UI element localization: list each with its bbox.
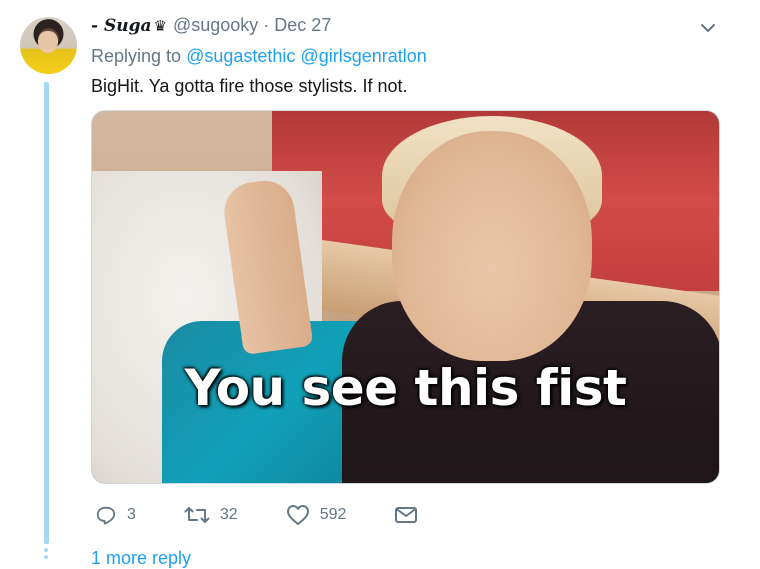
tweet-date[interactable]: Dec 27	[274, 15, 331, 36]
tweet-actions: 3 32 592	[95, 500, 476, 530]
thread-line	[44, 82, 49, 544]
retweet-count: 32	[219, 506, 238, 523]
heart-icon	[286, 505, 309, 525]
more-replies-link[interactable]: 1 more reply	[91, 548, 191, 569]
retweet-button[interactable]: 32	[184, 504, 238, 526]
separator: ·	[263, 15, 270, 35]
thread-dots	[44, 548, 49, 562]
envelope-icon	[395, 507, 418, 523]
reply-icon	[96, 506, 116, 525]
display-name[interactable]: - Suga	[91, 16, 152, 36]
tweet-media-image[interactable]: You see this fist	[91, 110, 720, 484]
mention-link-2[interactable]: @girlsgenratlon	[300, 46, 426, 66]
avatar-face	[38, 31, 58, 53]
like-button[interactable]: 592	[286, 504, 347, 526]
crown-icon: ♛	[153, 18, 167, 35]
tweet-text: BigHit. Ya gotta fire those stylists. If…	[91, 76, 408, 96]
mention-link-1[interactable]: @sugastethic	[186, 46, 295, 66]
reply-count: 3	[127, 506, 136, 523]
media-caption: You see this fist	[184, 359, 627, 417]
tweet-header: - Suga ♛ @sugooky · Dec 27	[91, 15, 331, 39]
chevron-down-icon[interactable]	[696, 16, 720, 40]
media-face	[392, 131, 592, 361]
reply-button[interactable]: 3	[95, 504, 136, 526]
replying-prefix: Replying to	[91, 46, 182, 66]
replying-to: Replying to @sugastethic @girlsgenratlon	[91, 46, 427, 67]
dm-button[interactable]	[394, 505, 428, 525]
handle[interactable]: @sugooky	[173, 15, 258, 36]
like-count: 592	[319, 506, 347, 523]
avatar[interactable]	[20, 17, 77, 74]
retweet-icon	[184, 507, 210, 523]
